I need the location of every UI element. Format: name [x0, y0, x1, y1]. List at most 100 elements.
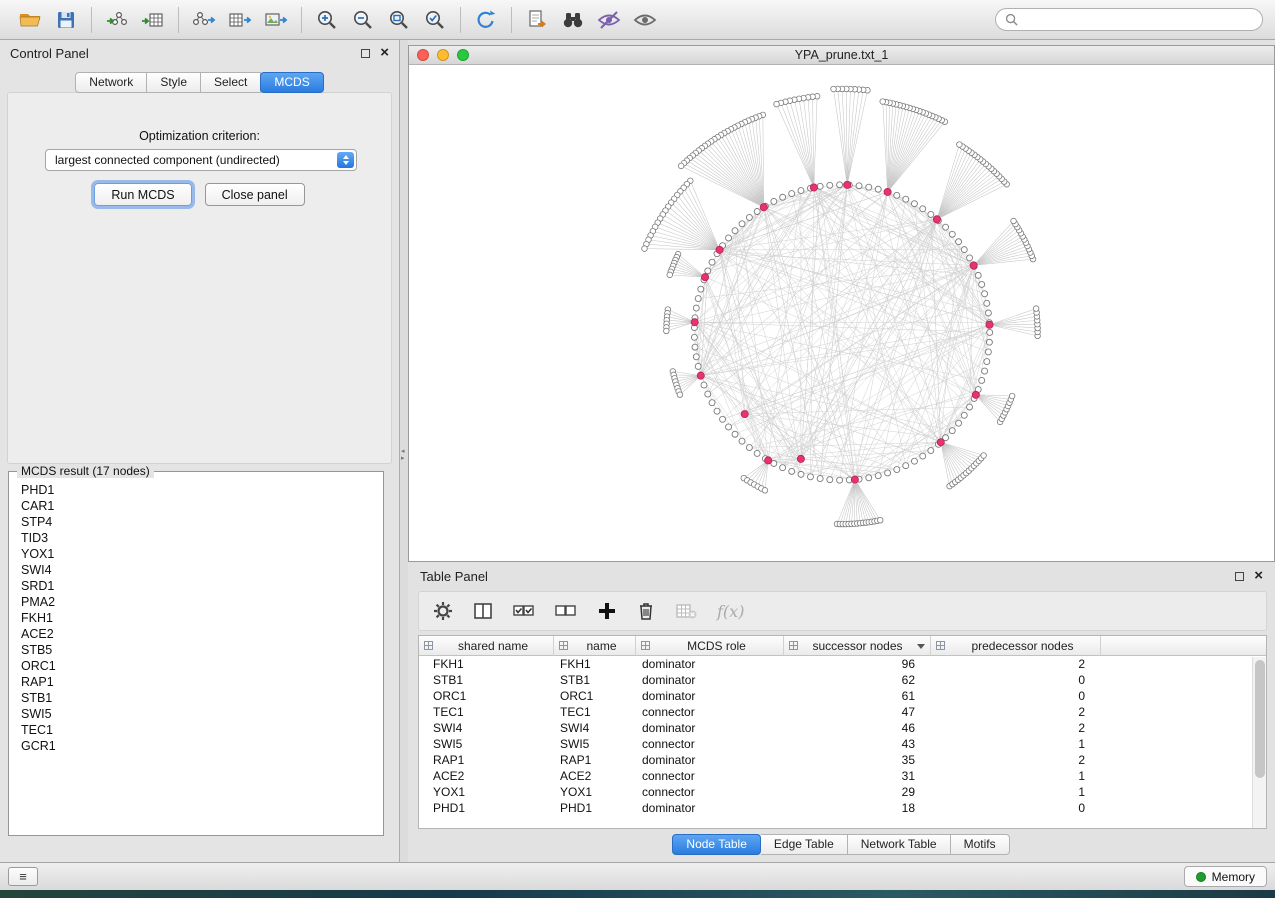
column-header-shared-name[interactable]: shared name: [419, 636, 554, 656]
delete-column-button[interactable]: [637, 601, 655, 621]
search-input[interactable]: [1023, 13, 1253, 27]
memory-button[interactable]: Memory: [1184, 866, 1267, 887]
save-button[interactable]: [48, 5, 84, 35]
cell-mcds-role: connector: [636, 736, 784, 752]
mcds-result-item[interactable]: ACE2: [11, 626, 381, 642]
cell-mcds-role: dominator: [636, 720, 784, 736]
table-row[interactable]: SWI5SWI5connector431: [419, 736, 1266, 752]
refresh-layout-button[interactable]: [468, 5, 504, 35]
status-menu-button[interactable]: ≡: [8, 867, 38, 886]
mcds-result-item[interactable]: ORC1: [11, 658, 381, 674]
window-close-button[interactable]: [417, 49, 429, 61]
mcds-result-item[interactable]: PMA2: [11, 594, 381, 610]
search-box[interactable]: [995, 8, 1263, 31]
splitter-arrows-icon[interactable]: ◂▸: [401, 448, 405, 462]
cell-name: ACE2: [554, 768, 636, 784]
status-bar: ≡ Memory: [0, 862, 1275, 890]
import-network-file-button[interactable]: [99, 5, 135, 35]
deselect-all-rows-button[interactable]: [555, 602, 577, 620]
tab-mcds[interactable]: MCDS: [260, 72, 323, 93]
show-graphics-button[interactable]: [627, 5, 663, 35]
search-network-button[interactable]: [555, 5, 591, 35]
tab-style[interactable]: Style: [147, 72, 201, 93]
toolbar-separator: [301, 7, 302, 33]
share-document-button[interactable]: [519, 5, 555, 35]
table-row[interactable]: ACE2ACE2connector311: [419, 768, 1266, 784]
column-header-filler: [1101, 636, 1266, 656]
mcds-result-list[interactable]: PHD1CAR1STP4TID3YOX1SWI4SRD1PMA2FKH1ACE2…: [11, 480, 381, 833]
tab-select[interactable]: Select: [201, 72, 261, 93]
table-row[interactable]: PHD1PHD1dominator180: [419, 800, 1266, 816]
tab-network[interactable]: Network: [75, 72, 147, 93]
mcds-result-item[interactable]: CAR1: [11, 498, 381, 514]
toggle-columns-button[interactable]: [473, 602, 493, 620]
export-image-button[interactable]: [258, 5, 294, 35]
open-file-button[interactable]: [12, 5, 48, 35]
hide-details-button[interactable]: [591, 5, 627, 35]
mcds-result-item[interactable]: SWI4: [11, 562, 381, 578]
tab-network-table[interactable]: Network Table: [848, 834, 951, 855]
zoom-selected-button[interactable]: [417, 5, 453, 35]
zoom-out-button[interactable]: [345, 5, 381, 35]
function-builder-button[interactable]: f(x): [717, 602, 744, 621]
table-row[interactable]: RAP1RAP1dominator352: [419, 752, 1266, 768]
mcds-result-item[interactable]: FKH1: [11, 610, 381, 626]
mcds-result-item[interactable]: TID3: [11, 530, 381, 546]
import-table-file-button[interactable]: [135, 5, 171, 35]
close-panel-button[interactable]: Close panel: [205, 183, 305, 206]
mcds-result-group: MCDS result (17 nodes) PHD1CAR1STP4TID3Y…: [8, 464, 384, 836]
table-row[interactable]: ORC1ORC1dominator610: [419, 688, 1266, 704]
table-row[interactable]: YOX1YOX1connector291: [419, 784, 1266, 800]
table-row[interactable]: SWI4SWI4dominator462: [419, 720, 1266, 736]
mcds-result-item[interactable]: SRD1: [11, 578, 381, 594]
network-window-title: YPA_prune.txt_1: [409, 48, 1274, 62]
add-column-button[interactable]: [597, 601, 617, 621]
table-panel-close-icon[interactable]: ×: [1254, 570, 1263, 582]
mcds-result-item[interactable]: RAP1: [11, 674, 381, 690]
panel-splitter[interactable]: ◂▸: [400, 40, 408, 862]
zoom-fit-button[interactable]: [381, 5, 417, 35]
table-row[interactable]: TEC1TEC1connector472: [419, 704, 1266, 720]
cell-name: SWI5: [554, 736, 636, 752]
control-panel-close-icon[interactable]: ×: [380, 47, 389, 59]
mcds-result-item[interactable]: STB1: [11, 690, 381, 706]
scrollbar-thumb[interactable]: [1255, 660, 1265, 778]
mcds-result-item[interactable]: TEC1: [11, 722, 381, 738]
tab-edge-table[interactable]: Edge Table: [761, 834, 848, 855]
criterion-select[interactable]: largest connected component (undirected): [45, 149, 357, 171]
mcds-result-item[interactable]: YOX1: [11, 546, 381, 562]
table-row[interactable]: FKH1FKH1dominator962: [419, 656, 1266, 672]
optimization-criterion-label: Optimization criterion:: [8, 129, 391, 143]
table-scrollbar[interactable]: [1252, 657, 1266, 828]
cell-shared-name: SWI4: [419, 720, 554, 736]
control-panel-header: Control Panel ×: [0, 40, 399, 66]
cell-name: YOX1: [554, 784, 636, 800]
column-header-successor-nodes[interactable]: successor nodes: [784, 636, 931, 656]
window-maximize-button[interactable]: [457, 49, 469, 61]
column-header-name[interactable]: name: [554, 636, 636, 656]
cell-predecessor-nodes: 0: [931, 688, 1101, 704]
export-network-button[interactable]: [186, 5, 222, 35]
zoom-in-button[interactable]: [309, 5, 345, 35]
control-panel-float-icon[interactable]: [361, 49, 370, 58]
mcds-result-item[interactable]: STB5: [11, 642, 381, 658]
column-header-predecessor-nodes[interactable]: predecessor nodes: [931, 636, 1101, 656]
column-header-mcds-role[interactable]: MCDS role: [636, 636, 784, 656]
run-mcds-button[interactable]: Run MCDS: [94, 183, 191, 206]
mcds-result-item[interactable]: GCR1: [11, 738, 381, 754]
network-window-titlebar[interactable]: YPA_prune.txt_1: [409, 46, 1274, 65]
mcds-result-item[interactable]: STP4: [11, 514, 381, 530]
table-row[interactable]: STB1STB1dominator620: [419, 672, 1266, 688]
network-graph[interactable]: [409, 65, 1274, 561]
select-all-rows-button[interactable]: [513, 602, 535, 620]
mcds-result-item[interactable]: PHD1: [11, 482, 381, 498]
export-table-button[interactable]: [222, 5, 258, 35]
table-panel-float-icon[interactable]: [1235, 572, 1244, 581]
mcds-result-item[interactable]: SWI5: [11, 706, 381, 722]
tab-motifs[interactable]: Motifs: [951, 834, 1010, 855]
network-canvas[interactable]: [409, 65, 1274, 561]
window-minimize-button[interactable]: [437, 49, 449, 61]
table-settings-button[interactable]: [433, 601, 453, 621]
tab-node-table[interactable]: Node Table: [672, 834, 761, 855]
control-panel: Control Panel × NetworkStyleSelectMCDS O…: [0, 40, 400, 862]
